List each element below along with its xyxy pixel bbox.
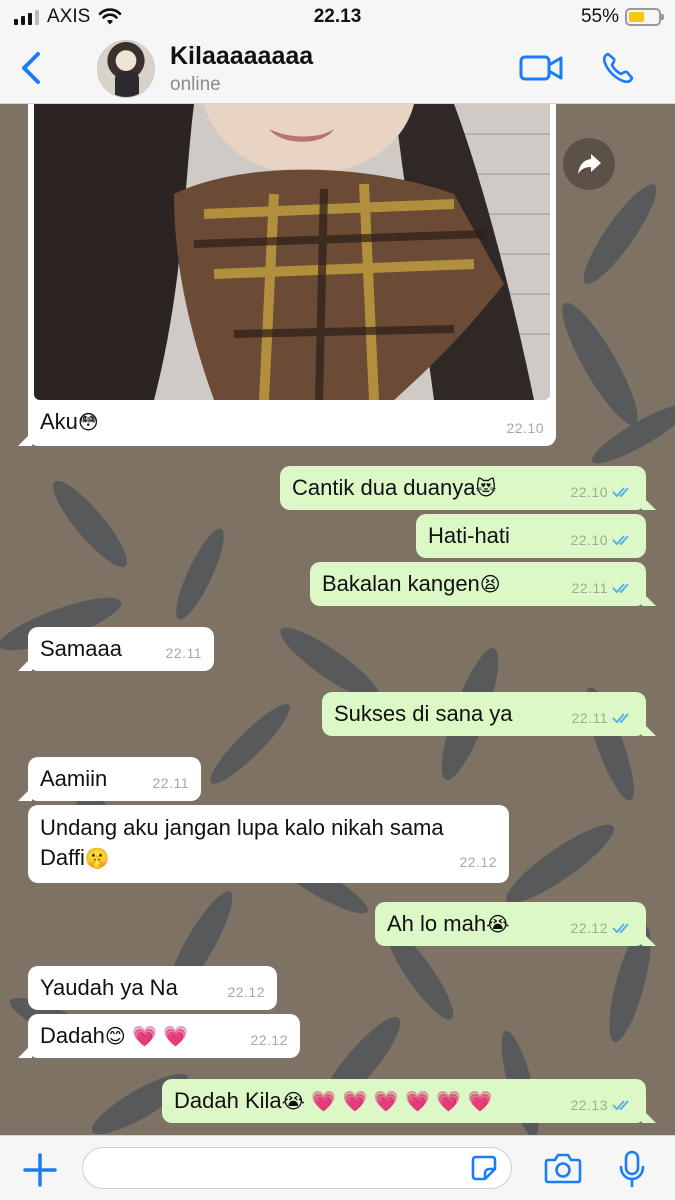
message-text: Sukses di sana ya (334, 701, 513, 726)
emoji-icon: 🤫 (84, 846, 110, 870)
message-input[interactable] (82, 1147, 512, 1189)
message-time: 22.11 (572, 706, 635, 730)
message-time: 22.10 (570, 480, 634, 504)
outgoing-message[interactable]: Ah lo mah😭 22.12 (375, 902, 656, 946)
photo-message[interactable]: Aku😳 22.10 (18, 104, 556, 446)
message-text: Yaudah ya Na (40, 975, 178, 1000)
message-time: 22.10 (570, 528, 634, 552)
avatar[interactable] (97, 40, 155, 98)
message-text: Undang aku jangan lupa kalo nikah sama (40, 815, 444, 840)
emoji-icon: 😭 (486, 912, 510, 936)
outgoing-message[interactable]: Sukses di sana ya 22.11 (322, 692, 656, 736)
message-time: 22.12 (570, 916, 634, 940)
emoji-icon: 😊 💗 💗 (104, 1024, 189, 1048)
camera-icon[interactable] (544, 1152, 582, 1184)
phone-icon[interactable] (600, 50, 636, 86)
incoming-message[interactable]: Yaudah ya Na 22.12 (28, 966, 277, 1010)
status-right: 55% (580, 6, 664, 28)
forward-icon (578, 154, 601, 174)
status-bar: AXIS 22.13 55% (0, 0, 675, 34)
battery-fill (629, 12, 645, 22)
microphone-icon[interactable] (618, 1150, 646, 1188)
message-time: 22.12 (250, 1032, 288, 1048)
flushed-face-icon: 😳 (77, 410, 99, 434)
back-chevron-icon[interactable] (18, 50, 46, 86)
photo-caption-row: Aku😳 22.10 (28, 400, 556, 446)
incoming-message[interactable]: Aamiin 22.11 (18, 757, 201, 801)
contact-name[interactable]: Kilaaaaaaaa (170, 42, 313, 71)
message-time: 22.13 (570, 1093, 634, 1117)
message-time: 22.12 (227, 984, 265, 1000)
outgoing-message[interactable]: Hati-hati 22.10 (416, 514, 646, 558)
incoming-message[interactable]: Undang aku jangan lupa kalo nikah sama Da… (28, 805, 509, 883)
incoming-message[interactable]: Dadah😊 💗 💗 22.12 (18, 1014, 300, 1058)
chat-area[interactable]: Aku😳 22.10 Cantik dua duanya😻 22.10 Hati-h… (0, 104, 675, 1135)
message-time: 22.11 (165, 645, 202, 661)
emoji-icon: 😻 (475, 476, 497, 500)
read-ticks-icon (612, 713, 629, 724)
read-ticks-icon (612, 1100, 629, 1111)
contact-status: online (170, 74, 221, 95)
video-call-icon[interactable] (518, 52, 564, 84)
message-time: 22.10 (506, 420, 544, 436)
composer-bar (0, 1135, 675, 1200)
photo-image[interactable] (34, 104, 550, 400)
message-text: Cantik dua duanya (292, 475, 476, 500)
message-time: 22.11 (152, 775, 189, 791)
sticker-icon[interactable] (470, 1154, 498, 1182)
incoming-message[interactable]: Samaaa 22.11 (18, 627, 214, 671)
photo-caption: Aku (40, 409, 78, 434)
read-ticks-icon (612, 923, 629, 934)
message-text: Hati-hati (428, 523, 510, 548)
message-time: 22.11 (572, 576, 635, 600)
forward-button[interactable] (563, 138, 615, 190)
emoji-icon: 😫 (479, 572, 501, 596)
emoji-icon: 😭 💗 💗 💗 💗 💗 💗 (281, 1089, 493, 1113)
message-text: Aamiin (40, 766, 108, 791)
battery-icon (625, 8, 664, 26)
plus-icon[interactable] (22, 1152, 58, 1188)
outgoing-message[interactable]: Bakalan kangen😫 22.11 (310, 562, 656, 606)
message-text: Bakalan kangen (322, 571, 480, 596)
message-text: Samaaa (40, 636, 122, 661)
message-time: 22.12 (459, 854, 497, 870)
read-ticks-icon (612, 535, 629, 546)
outgoing-message[interactable]: Cantik dua duanya😻 22.10 (280, 466, 656, 510)
message-text-line2: Daffi (40, 845, 85, 870)
battery-percent: 55% (580, 6, 619, 27)
message-text: Ah lo mah (387, 911, 487, 936)
read-ticks-icon (612, 583, 629, 594)
outgoing-message[interactable]: Dadah Kila😭 💗 💗 💗 💗 💗 💗 22.13 (162, 1079, 656, 1123)
clock: 22.13 (313, 6, 362, 27)
chat-header: Kilaaaaaaaa online (0, 34, 675, 104)
read-ticks-icon (612, 487, 629, 498)
message-text: Dadah (40, 1023, 105, 1048)
message-text: Dadah Kila (174, 1088, 282, 1113)
